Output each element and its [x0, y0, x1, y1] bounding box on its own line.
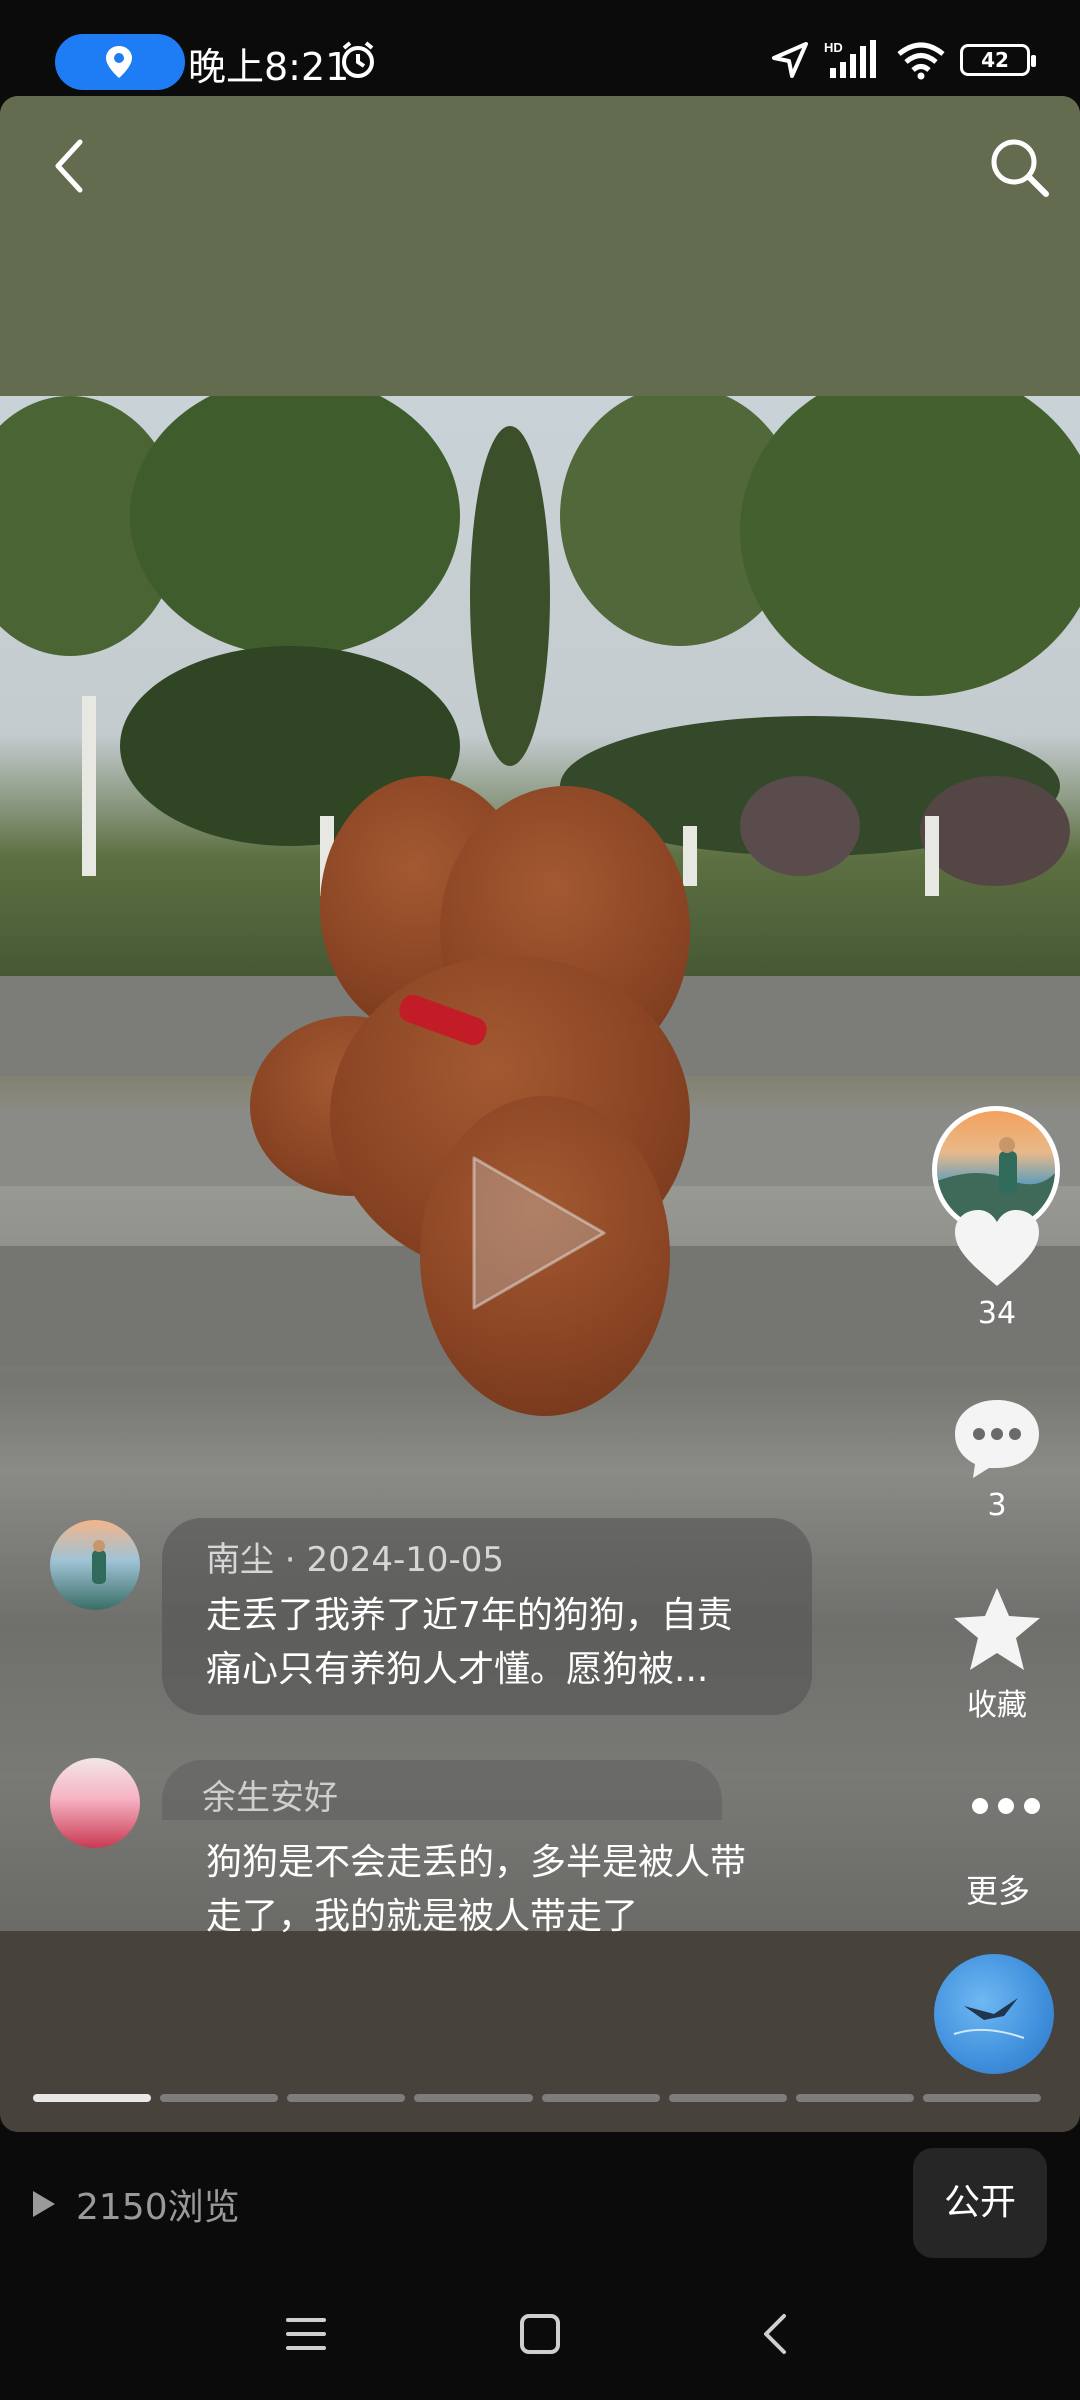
- alarm-icon: [342, 41, 374, 78]
- progress-segment: [287, 2094, 406, 2102]
- meta-separator: ·: [274, 1540, 307, 1580]
- menu-icon[interactable]: [284, 2312, 328, 2356]
- back-nav-icon[interactable]: [754, 2312, 798, 2356]
- play-small-icon: [33, 2191, 55, 2217]
- post-header-band: [0, 96, 1080, 396]
- search-icon[interactable]: [986, 134, 1052, 200]
- heart-icon: [955, 1210, 1039, 1286]
- post-meta: 南尘 · 2024-10-05: [206, 1532, 768, 1581]
- progress-segment: [668, 2094, 787, 2102]
- favorite-button[interactable]: 收藏: [922, 1584, 1072, 1724]
- battery-indicator: 42: [960, 44, 1036, 76]
- commenter-name: 余生安好: [202, 1778, 338, 1818]
- music-disc[interactable]: [934, 1954, 1054, 2074]
- post-author-name: 南尘: [206, 1540, 274, 1580]
- comment-count: 3: [987, 1488, 1007, 1523]
- navigation-arrow-icon: [772, 42, 808, 78]
- post-date: 2024-10-05: [306, 1540, 505, 1580]
- post-author-avatar[interactable]: [50, 1520, 140, 1610]
- cellular-signal-icon: HD: [824, 40, 876, 78]
- wifi-icon: [897, 42, 945, 80]
- post-caption: 走丢了我养了近7年的狗狗，自责痛心只有养狗人才懂。愿狗被...: [206, 1595, 733, 1690]
- favorite-label: 收藏: [967, 1688, 1027, 1723]
- progress-segment: [541, 2094, 660, 2102]
- comment-button[interactable]: 3: [922, 1396, 1072, 1523]
- like-count: 34: [977, 1296, 1017, 1331]
- network-type: HD: [824, 40, 843, 55]
- more-label[interactable]: 更多: [966, 1866, 1030, 1912]
- back-icon[interactable]: [52, 136, 86, 196]
- like-button[interactable]: 34: [922, 1206, 1072, 1331]
- view-count: 2150浏览: [30, 2178, 240, 2230]
- post-caption-bubble[interactable]: 南尘 · 2024-10-05 走丢了我养了近7年的狗狗，自责痛心只有养狗人才懂…: [162, 1518, 812, 1715]
- star-icon: [954, 1588, 1040, 1670]
- view-count-text: 2150浏览: [76, 2187, 240, 2228]
- commenter-avatar[interactable]: [50, 1758, 140, 1848]
- comment-bubble-icon: [955, 1400, 1039, 1478]
- comment-text: 狗狗是不会走丢的，多半是被人带走了，我的就是被人带走了: [206, 1842, 747, 1937]
- progress-segment: [922, 2094, 1041, 2102]
- status-bar: 晚上8:21 HD 42: [0, 0, 1080, 96]
- image-progress-indicator: [33, 2094, 1041, 2102]
- progress-segment: [414, 2094, 533, 2102]
- progress-segment: [160, 2094, 279, 2102]
- home-icon[interactable]: [518, 2312, 562, 2356]
- visibility-button[interactable]: 公开: [913, 2148, 1047, 2258]
- location-pin-icon: [106, 46, 132, 78]
- system-nav-bar: [0, 2290, 1080, 2400]
- location-pill[interactable]: [55, 34, 185, 90]
- comment-username-bubble: 余生安好: [162, 1760, 722, 1820]
- play-icon[interactable]: [464, 1148, 614, 1318]
- post-card: 34 3 收藏 南尘 · 2024-10-05 走丢了我养了近7年的狗狗，自责痛…: [0, 96, 1080, 2132]
- more-dots-icon[interactable]: [972, 1798, 1040, 1814]
- clock-time: 晚上8:21: [188, 45, 350, 89]
- progress-segment: [795, 2094, 914, 2102]
- progress-segment: [33, 2094, 152, 2102]
